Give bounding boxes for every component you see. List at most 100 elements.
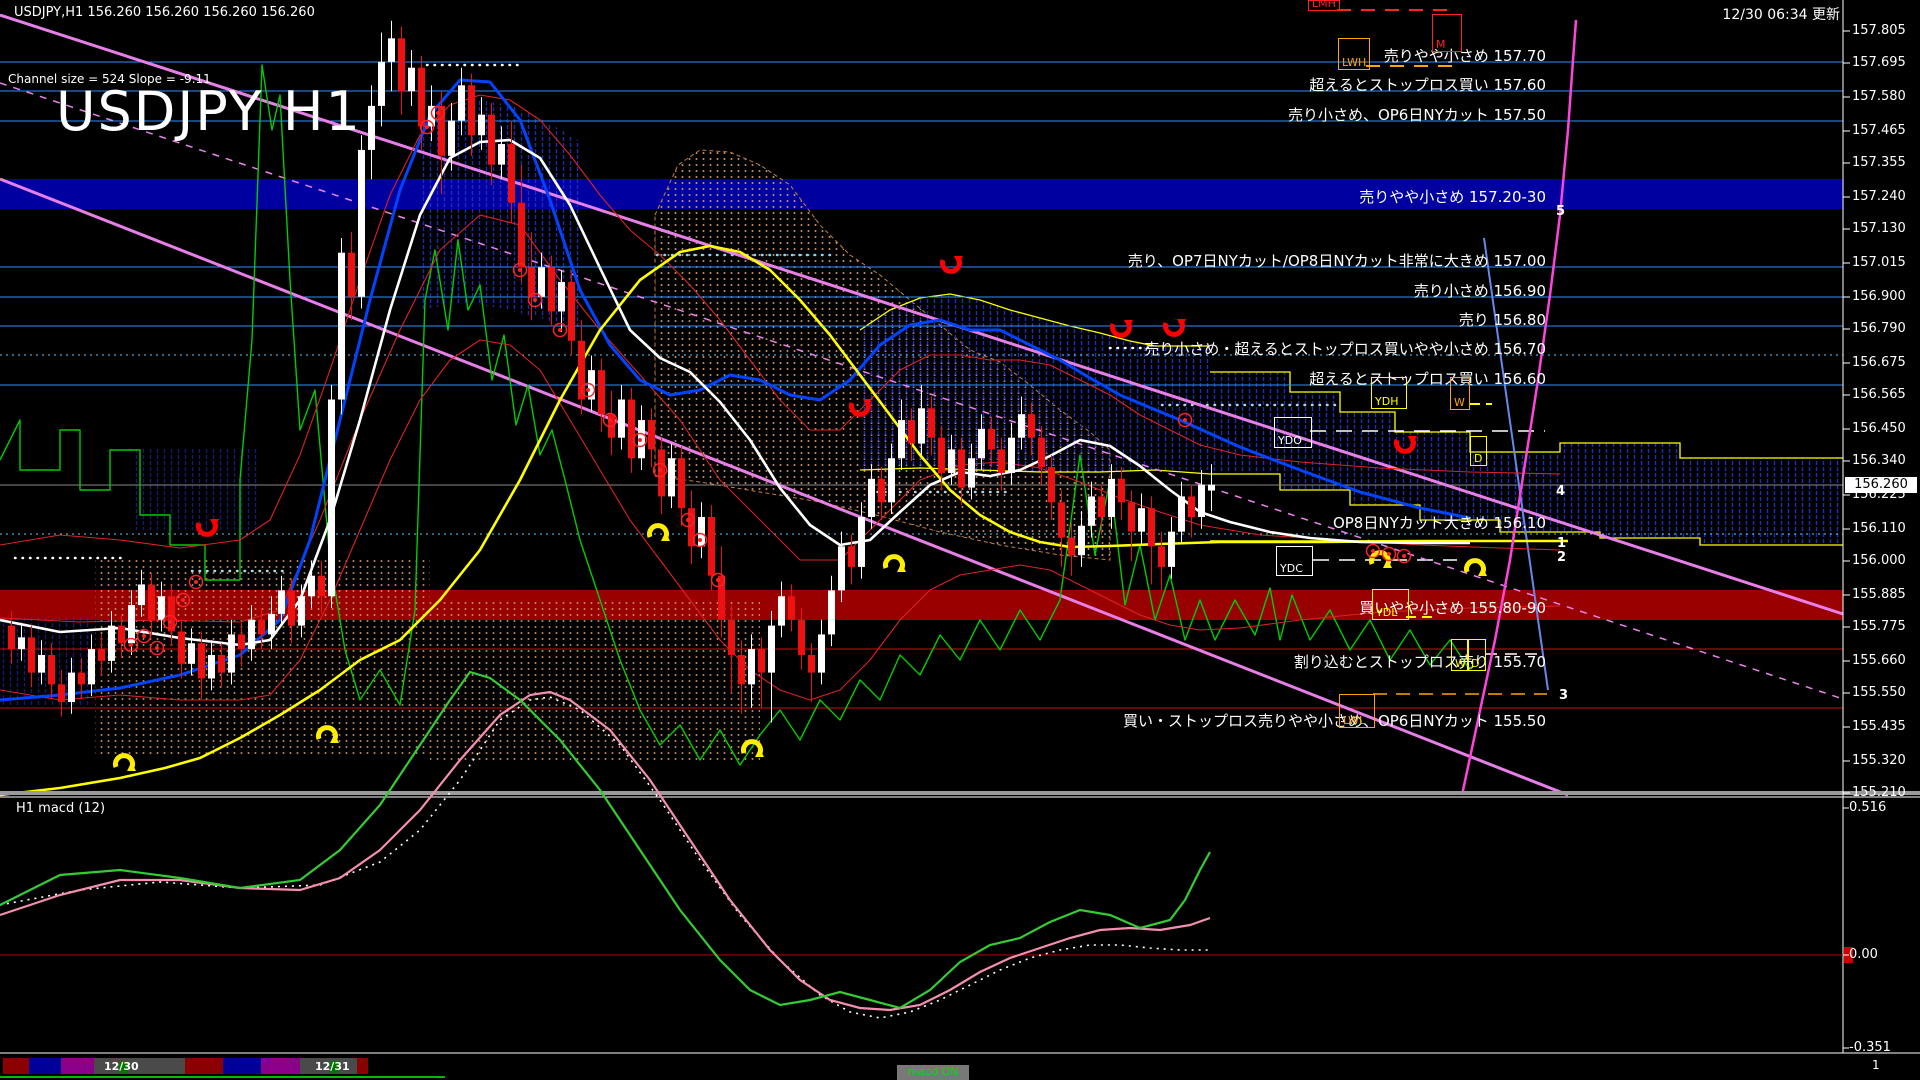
candle (98, 649, 105, 661)
price-annotation: OP8日NYカット大きめ 156.10 (1333, 512, 1546, 533)
axis-tick-label: 157.240 (1852, 189, 1906, 204)
wave-count-3: 3 (1559, 688, 1568, 703)
timeline-date[interactable]: 12/31 (315, 1060, 350, 1073)
wave-count-5: 5 (1556, 204, 1565, 219)
session-segment (185, 1058, 223, 1074)
candle (1118, 479, 1125, 502)
candle (918, 408, 925, 443)
candle (1198, 485, 1205, 517)
candle (568, 282, 575, 341)
candle (788, 596, 795, 619)
candle (288, 590, 295, 625)
level-box-ydh: YDH (1371, 377, 1407, 409)
axis-tick-label: 156.565 (1852, 387, 1906, 402)
candle (798, 620, 805, 655)
candle (278, 590, 285, 613)
session-segment (261, 1058, 300, 1074)
axis-tick-label: 156.000 (1852, 553, 1906, 568)
candle (948, 449, 955, 472)
candle (618, 400, 625, 438)
candle (418, 68, 425, 127)
axis-tick-label: 157.695 (1852, 55, 1906, 70)
candle (338, 253, 345, 400)
axis-tick-label: 156.110 (1852, 521, 1906, 536)
candle (758, 649, 765, 672)
candle (1188, 496, 1195, 517)
price-annotation: 売り 156.80 (1459, 309, 1546, 330)
macd-axis-label: -0.351 (1849, 1040, 1891, 1055)
price-annotation: 売り小さめ 156.90 (1414, 280, 1546, 301)
level-box-w: W (1450, 377, 1470, 410)
level-box-label: YDC (1280, 563, 1303, 575)
candle (1208, 485, 1215, 491)
candle (1058, 502, 1065, 537)
candle (738, 655, 745, 684)
macd-toggle-button[interactable]: macd ON (897, 1065, 969, 1080)
candle (748, 649, 755, 684)
candle (1038, 438, 1045, 467)
candle (898, 420, 905, 458)
candle (448, 121, 455, 156)
candle (218, 655, 225, 673)
symbol-ohlc-ticker: USDJPY,H1 156.260 156.260 156.260 156.26… (14, 5, 315, 20)
axis-tick-label: 156.900 (1852, 289, 1906, 304)
candle (658, 449, 665, 496)
axis-tick-label: 155.435 (1852, 719, 1906, 734)
panel-splitter (0, 791, 1920, 795)
candle (548, 267, 555, 311)
trading-terminal-screen: USDJPY,H1 156.260 156.260 156.260 156.26… (0, 0, 1920, 1080)
level-box-lmh: LMH (1308, 0, 1340, 11)
axis-tick-label: 157.015 (1852, 255, 1906, 270)
level-box-label: LMH (1312, 0, 1336, 10)
timeline-date[interactable]: 12/30 (104, 1060, 139, 1073)
candle (1068, 538, 1075, 556)
chart-canvas[interactable] (0, 0, 1920, 1080)
candle (1158, 546, 1165, 567)
candle (348, 253, 355, 297)
candle (308, 576, 315, 597)
candle (38, 655, 45, 673)
candle (708, 517, 715, 576)
wave-count-4: 4 (1556, 484, 1565, 499)
candle (58, 684, 65, 702)
level-box-label: M (1436, 39, 1446, 51)
candle (178, 631, 185, 663)
axis-tick-label: 155.320 (1852, 753, 1906, 768)
price-annotation: 超えるとストップロス買い 156.60 (1309, 368, 1546, 389)
candle (398, 38, 405, 91)
candle (368, 106, 375, 150)
candle (1128, 502, 1135, 531)
session-segment (3, 1058, 29, 1074)
wave-count-1: 1 (1557, 536, 1566, 551)
candle (268, 614, 275, 635)
candle (108, 626, 115, 661)
level-box-lwl: LWL (1339, 694, 1375, 728)
candle (888, 458, 895, 502)
candle (1178, 496, 1185, 531)
session-segment (61, 1058, 94, 1074)
candle (68, 673, 75, 702)
candle (148, 585, 155, 620)
price-annotation: 売りやや小さめ 157.70 (1384, 45, 1546, 66)
candle (928, 408, 935, 437)
axis-tick-label: 156.225 (1852, 487, 1906, 502)
candle (908, 420, 915, 443)
session-segment (29, 1058, 61, 1074)
level-box-label: LWH (1342, 57, 1366, 69)
candle (818, 634, 825, 672)
candle (208, 655, 215, 678)
candle (328, 400, 335, 597)
candle (468, 85, 475, 135)
symbol-watermark: USDJPY H1 (56, 80, 362, 143)
level-box-d: D (1467, 639, 1486, 671)
candle (458, 85, 465, 120)
candle (378, 62, 385, 106)
level-box-ydo: YDO (1274, 417, 1312, 448)
level-box-label: W (1454, 397, 1465, 409)
candle (958, 449, 965, 487)
candle (48, 655, 55, 684)
candle (1028, 414, 1035, 437)
macd-axis-label: 0.00 (1849, 947, 1878, 962)
axis-tick-label: 155.885 (1852, 587, 1906, 602)
candle (138, 585, 145, 606)
